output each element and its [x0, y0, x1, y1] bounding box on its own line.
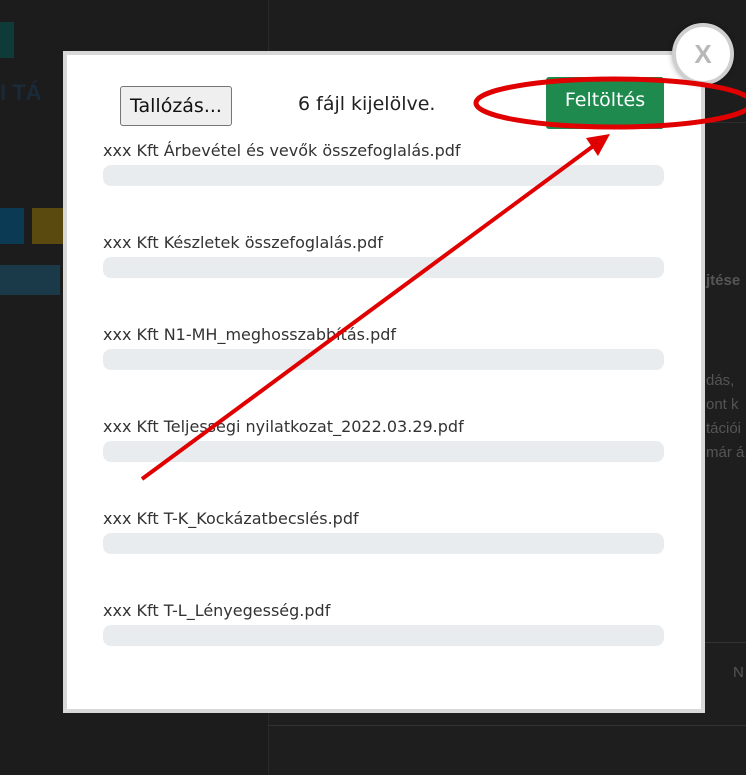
background-logo	[0, 22, 14, 58]
file-name: xxx Kft Teljességi nyilatkozat_2022.03.2…	[103, 417, 464, 436]
background-button-blue	[0, 208, 24, 244]
progress-bar	[103, 349, 664, 370]
list-item: xxx Kft N1-MH_meghosszabbítás.pdf	[103, 324, 664, 370]
progress-bar	[103, 257, 664, 278]
background-text: dás,	[706, 372, 735, 389]
background-text: jtése	[706, 272, 741, 289]
close-icon: X	[694, 38, 712, 69]
background-text: ont k	[706, 396, 739, 413]
file-name: xxx Kft Árbevétel és vevők összefoglalás…	[103, 141, 461, 160]
progress-bar	[103, 533, 664, 554]
upload-button[interactable]: Feltöltés	[546, 77, 664, 129]
background-title: I TÁ	[0, 80, 42, 105]
progress-bar	[103, 625, 664, 646]
progress-bar	[103, 165, 664, 186]
list-item: xxx Kft Teljességi nyilatkozat_2022.03.2…	[103, 416, 664, 462]
file-name: xxx Kft T-L_Lényegesség.pdf	[103, 601, 331, 620]
background-text: N	[733, 664, 744, 681]
list-item: xxx Kft Készletek összefoglalás.pdf	[103, 232, 664, 278]
background-edit-button	[32, 208, 64, 244]
file-name: xxx Kft T-K_Kockázatbecslés.pdf	[103, 509, 359, 528]
background-highlight-row	[0, 265, 60, 295]
background-text: már á	[706, 444, 745, 461]
browse-button[interactable]: Tallózás...	[120, 86, 232, 126]
selected-files-count: 6 fájl kijelölve.	[298, 93, 436, 115]
list-item: xxx Kft T-L_Lényegesség.pdf	[103, 600, 664, 646]
file-name: xxx Kft Készletek összefoglalás.pdf	[103, 233, 383, 252]
list-item: xxx Kft Árbevétel és vevők összefoglalás…	[103, 140, 664, 186]
progress-bar	[103, 441, 664, 462]
file-name: xxx Kft N1-MH_meghosszabbítás.pdf	[103, 325, 397, 344]
close-button[interactable]: X	[672, 23, 734, 85]
list-item: xxx Kft T-K_Kockázatbecslés.pdf	[103, 508, 664, 554]
background-text: tációi	[706, 420, 742, 437]
